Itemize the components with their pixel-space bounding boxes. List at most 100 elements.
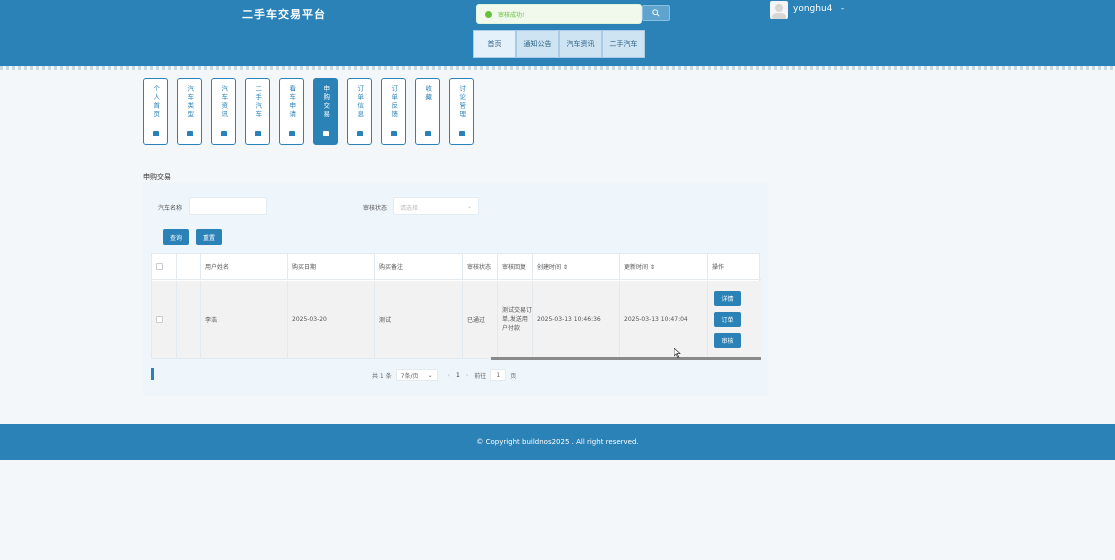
- review-status-select[interactable]: 请选择 ⌄: [393, 197, 479, 215]
- page-size-value: 7条/页: [400, 372, 419, 380]
- copyright-text: © Copyright buildnos2025 . All right res…: [476, 438, 639, 446]
- section-title: 申购交易: [143, 173, 171, 181]
- chevron-down-icon: ⌄: [427, 371, 433, 379]
- cell-user-name: 李浩: [201, 281, 288, 358]
- goto-page-input[interactable]: 1: [490, 369, 507, 381]
- table-row: 李浩 2025-03-20 测试 已通过 测试交易订单,发送用户付款 2025-…: [152, 281, 761, 358]
- purchase-panel: 汽车名称 审核状态 请选择 ⌄ 查询 重置 用户姓名 购买日期 购买备注 审核状…: [143, 183, 768, 396]
- car-name-label: 汽车名称: [158, 205, 183, 212]
- footer: © Copyright buildnos2025 . All right res…: [0, 424, 1115, 460]
- home-icon: [356, 131, 363, 136]
- order-button[interactable]: 订单: [714, 312, 741, 327]
- username-suffix: -: [840, 4, 845, 14]
- home-icon: [254, 131, 261, 136]
- cell-actions: 详情 订单 审核: [708, 281, 761, 358]
- header-index: [177, 254, 201, 279]
- select-all-checkbox[interactable]: [156, 263, 163, 270]
- header-purchase-date: 购买日期: [288, 254, 375, 279]
- tile-label: 汽车类型: [185, 85, 194, 119]
- table-header: 用户姓名 购买日期 购买备注 审核状态 审核回复 创建时间 ⇕ 更新时间 ⇕ 操…: [152, 254, 761, 280]
- detail-button[interactable]: 详情: [714, 291, 741, 306]
- nav-car-news[interactable]: 汽车资讯: [559, 30, 602, 58]
- tile-label: 订单信息: [355, 85, 364, 119]
- mouse-cursor-icon: [674, 348, 681, 358]
- search-icon: [652, 9, 660, 17]
- tile-label: 汽车资讯: [219, 85, 228, 119]
- success-toast: 审核成功!: [476, 4, 642, 24]
- home-icon: [390, 131, 397, 136]
- row-index: [177, 281, 201, 358]
- menu-tile-car-types[interactable]: 汽车类型: [177, 78, 202, 145]
- menu-tile-favorites[interactable]: 收藏: [415, 78, 440, 145]
- search-button[interactable]: [642, 5, 670, 21]
- page-size-select[interactable]: 7条/页 ⌄: [395, 369, 438, 381]
- tile-label: 讨论管理: [457, 85, 466, 119]
- page-suffix: 页: [510, 372, 517, 380]
- goto-label: 前往: [474, 372, 487, 380]
- tile-label: 订单反馈: [389, 85, 398, 119]
- nav-used-cars[interactable]: 二手汽车: [602, 30, 645, 58]
- reset-button[interactable]: 重置: [196, 229, 222, 245]
- home-icon: [424, 131, 431, 136]
- top-header: 二手车交易平台 审核成功! yonghu4 - 首页 通知公告 汽车资讯 二手汽…: [0, 0, 1115, 70]
- prev-page-button[interactable]: ‹: [448, 372, 450, 379]
- header-purchase-note: 购买备注: [375, 254, 463, 279]
- cell-updated-time: 2025-03-13 10:47:04: [620, 281, 708, 358]
- tile-label: 个人首页: [151, 85, 160, 119]
- username-label[interactable]: yonghu4 -: [793, 4, 844, 14]
- menu-tile-purchase-trade[interactable]: 申购交易: [313, 78, 338, 145]
- header-actions: 操作: [712, 264, 725, 271]
- review-status-placeholder: 请选择: [400, 205, 419, 212]
- home-icon: [186, 131, 193, 136]
- home-icon: [220, 131, 227, 136]
- cell-review-status: 已通过: [463, 281, 498, 358]
- center-menu: 个人首页 汽车类型 汽车资讯 二手汽车 看车申请 申购交易 订单信息 订单反馈 …: [143, 78, 483, 145]
- home-icon: [288, 131, 295, 136]
- pager-accent: [151, 368, 154, 380]
- main-nav: 首页 通知公告 汽车资讯 二手汽车: [473, 30, 645, 58]
- current-page[interactable]: 1: [456, 372, 460, 379]
- cell-created-time: 2025-03-13 10:46:36: [533, 281, 620, 358]
- home-icon: [458, 131, 465, 136]
- tile-label: 看车申请: [287, 85, 296, 119]
- menu-tile-discussions[interactable]: 讨论管理: [449, 78, 474, 145]
- site-title: 二手车交易平台: [242, 8, 326, 21]
- review-status-label: 审核状态: [363, 205, 388, 212]
- cell-purchase-date: 2025-03-20: [288, 281, 375, 358]
- header-select-all[interactable]: [152, 254, 177, 279]
- header-updated-time[interactable]: 更新时间 ⇕: [620, 254, 708, 279]
- home-icon: [152, 131, 159, 136]
- review-button[interactable]: 审核: [714, 333, 741, 348]
- menu-tile-used-cars[interactable]: 二手汽车: [245, 78, 270, 145]
- tile-label: 申购交易: [321, 85, 330, 119]
- tile-label: 二手汽车: [253, 85, 262, 119]
- horizontal-scrollbar[interactable]: [491, 357, 761, 360]
- menu-tile-viewing-requests[interactable]: 看车申请: [279, 78, 304, 145]
- next-page-button[interactable]: ›: [466, 372, 468, 379]
- cell-review-reply: 测试交易订单,发送用户付款: [498, 281, 533, 358]
- menu-tile-orders[interactable]: 订单信息: [347, 78, 372, 145]
- row-checkbox[interactable]: [156, 316, 163, 323]
- success-check-icon: [485, 10, 492, 18]
- nav-home[interactable]: 首页: [473, 30, 516, 58]
- query-button[interactable]: 查询: [163, 229, 189, 245]
- row-select[interactable]: [152, 281, 177, 358]
- home-icon: [322, 131, 329, 136]
- car-name-input[interactable]: [189, 197, 267, 215]
- header-review-reply: 审核回复: [498, 254, 533, 279]
- purchase-table: 用户姓名 购买日期 购买备注 审核状态 审核回复 创建时间 ⇕ 更新时间 ⇕ 操…: [151, 253, 761, 360]
- user-avatar[interactable]: [770, 1, 788, 19]
- tile-label: 收藏: [423, 85, 432, 102]
- header-created-time[interactable]: 创建时间 ⇕: [533, 254, 620, 279]
- header-user-name: 用户姓名: [201, 254, 288, 279]
- pagination-total: 共 1 条: [372, 372, 392, 380]
- menu-tile-order-feedback[interactable]: 订单反馈: [381, 78, 406, 145]
- menu-tile-car-news[interactable]: 汽车资讯: [211, 78, 236, 145]
- nav-announcements[interactable]: 通知公告: [516, 30, 559, 58]
- cell-purchase-note: 测试: [375, 281, 463, 358]
- pagination: 共 1 条 7条/页 ⌄ ‹ 1 › 前往 1 页: [372, 369, 516, 381]
- header-review-status: 审核状态: [463, 254, 498, 279]
- toast-message: 审核成功!: [498, 11, 525, 19]
- username-text: yonghu4: [793, 4, 833, 14]
- menu-tile-profile[interactable]: 个人首页: [143, 78, 168, 145]
